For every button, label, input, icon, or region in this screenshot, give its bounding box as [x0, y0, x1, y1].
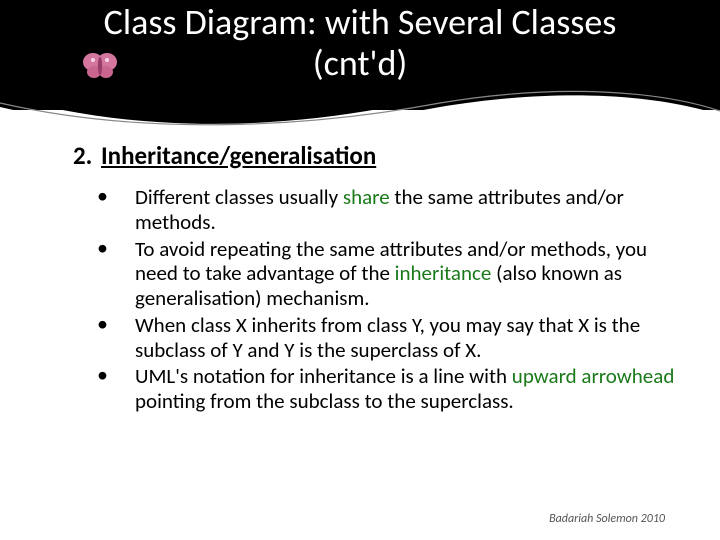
content-area: 2.Inheritance/generalisation Different c…: [55, 140, 680, 416]
bullet-text-post: pointing from the subclass to the superc…: [135, 388, 514, 414]
heading-text: Inheritance/generalisation: [101, 140, 376, 171]
bullet-text-pre: UML's notation for inheritance is a line…: [135, 363, 512, 389]
heading-number: 2.: [73, 140, 101, 171]
list-item: UML's notation for inheritance is a line…: [83, 364, 680, 414]
bullet-text-pre: Different classes usually: [135, 184, 343, 210]
section-heading: 2.Inheritance/generalisation: [55, 140, 680, 171]
butterfly-icon: [82, 50, 118, 80]
list-item: To avoid repeating the same attributes a…: [83, 237, 680, 311]
bullet-text-pre: When class X inherits from class Y, you …: [135, 312, 640, 363]
bullet-list: Different classes usually share the same…: [55, 185, 680, 414]
title-line-2: (cnt'd): [313, 41, 408, 85]
list-item: When class X inherits from class Y, you …: [83, 313, 680, 363]
footer-credit: Badariah Solemon 2010: [549, 512, 665, 526]
title-line-1: Class Diagram: with Several Classes: [104, 0, 617, 44]
bullet-text-highlight: inheritance: [395, 260, 492, 286]
bullet-text-highlight: share: [343, 184, 390, 210]
bullet-text-highlight: upward arrowhead: [512, 363, 675, 389]
list-item: Different classes usually share the same…: [83, 185, 680, 235]
